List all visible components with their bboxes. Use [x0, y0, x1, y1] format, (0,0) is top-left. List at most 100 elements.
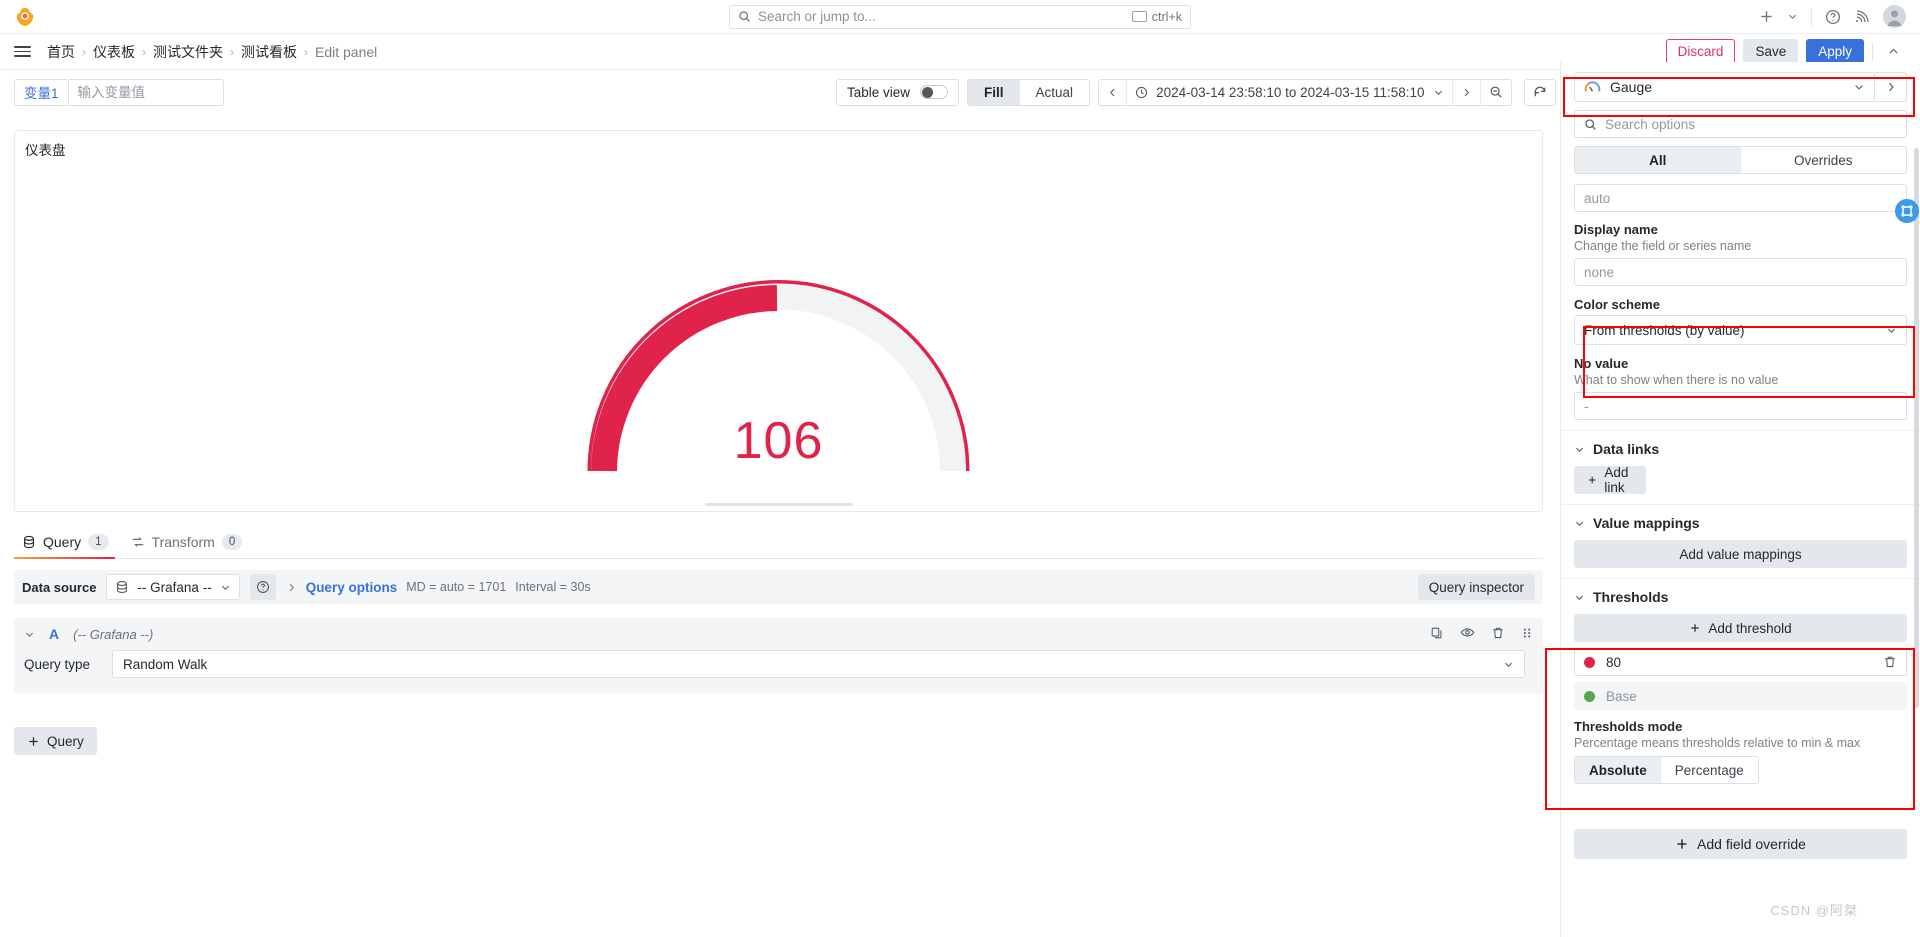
- threshold-color-dot[interactable]: [1584, 656, 1595, 668]
- add-query-button[interactable]: Query: [14, 727, 97, 755]
- tab-all[interactable]: All: [1575, 147, 1741, 173]
- data-links-label: Data links: [1593, 441, 1660, 457]
- search-placeholder: Search or jump to...: [758, 9, 876, 24]
- clock-icon: [1135, 86, 1148, 98]
- chevron-right-icon[interactable]: [286, 582, 297, 593]
- mode-absolute[interactable]: Absolute: [1575, 757, 1661, 783]
- add-threshold-label: Add threshold: [1708, 620, 1792, 636]
- query-type-select[interactable]: Random Walk: [112, 650, 1525, 678]
- save-button[interactable]: Save: [1743, 38, 1799, 65]
- value-mappings-section-header[interactable]: Value mappings: [1574, 515, 1907, 531]
- threshold-row-base[interactable]: Base: [1574, 682, 1907, 710]
- table-view-toggle[interactable]: Table view: [836, 78, 960, 106]
- refresh-button[interactable]: [1525, 80, 1555, 105]
- user-avatar[interactable]: [1883, 5, 1906, 28]
- chevron-down-icon: [1434, 90, 1442, 95]
- apply-button[interactable]: Apply: [1806, 38, 1864, 65]
- threshold-row[interactable]: 80: [1574, 648, 1907, 676]
- add-link-label: Add link: [1604, 465, 1629, 495]
- query-row-header: A (-- Grafana --): [14, 618, 1543, 650]
- hamburger-menu-icon[interactable]: [14, 45, 31, 58]
- thresholds-mode-description: Percentage means thresholds relative to …: [1574, 736, 1861, 750]
- tab-transform[interactable]: Transform 0: [123, 534, 257, 558]
- chevron-up-icon[interactable]: [1881, 45, 1906, 58]
- query-options-link[interactable]: Query options: [306, 580, 398, 595]
- time-shift-back-button[interactable]: [1099, 80, 1126, 105]
- nav-divider: [1811, 7, 1812, 26]
- color-scheme-value: From thresholds (by value): [1584, 322, 1745, 338]
- time-range-picker[interactable]: 2024-03-14 23:58:10 to 2024-03-15 11:58:…: [1126, 79, 1451, 105]
- breadcrumb-item-dashboards[interactable]: 仪表板: [93, 42, 135, 62]
- add-threshold-button[interactable]: Add threshold: [1574, 614, 1907, 642]
- no-value-description: What to show when there is no value: [1574, 373, 1779, 387]
- drag-handle-icon[interactable]: [1521, 626, 1533, 643]
- add-field-override-label: Add field override: [1697, 836, 1806, 852]
- add-new-button[interactable]: [1759, 9, 1774, 24]
- auto-field-input[interactable]: auto: [1574, 184, 1907, 212]
- tab-query[interactable]: Query 1: [14, 534, 123, 559]
- help-icon[interactable]: [1825, 9, 1841, 25]
- help-badge-icon[interactable]: [1894, 198, 1920, 224]
- top-nav-actions: [1759, 5, 1906, 28]
- threshold-value[interactable]: 80: [1606, 655, 1872, 670]
- options-search-input[interactable]: Search options: [1574, 110, 1907, 138]
- data-source-help-button[interactable]: [249, 574, 276, 600]
- toolbar-center-controls: Table view Fill Actual 2024-03-14 23:58:…: [836, 78, 1556, 106]
- discard-button[interactable]: Discard: [1665, 38, 1736, 65]
- chevron-down-icon: [1855, 85, 1863, 90]
- section-divider: [1561, 504, 1920, 505]
- query-inspector-button[interactable]: Query inspector: [1417, 574, 1535, 600]
- time-range-text: 2024-03-14 23:58:10 to 2024-03-15 11:58:…: [1156, 84, 1425, 100]
- visualization-expand-button[interactable]: [1875, 72, 1907, 102]
- add-link-button[interactable]: Add link: [1574, 465, 1646, 495]
- time-shift-forward-button[interactable]: [1451, 79, 1480, 105]
- zoom-out-button[interactable]: [1479, 79, 1511, 105]
- fill-option[interactable]: Fill: [968, 79, 1020, 105]
- threshold-color-dot[interactable]: [1584, 690, 1595, 702]
- table-view-label: Table view: [847, 84, 911, 100]
- variable-value-input[interactable]: [68, 78, 224, 106]
- trash-icon[interactable]: [1491, 626, 1505, 643]
- section-divider: [1561, 430, 1920, 431]
- chevron-down-icon[interactable]: [24, 629, 35, 640]
- chevron-down-icon: [221, 585, 229, 590]
- mode-percentage[interactable]: Percentage: [1660, 757, 1758, 783]
- query-type-row: Query type Random Walk: [14, 650, 1543, 678]
- data-source-picker[interactable]: -- Grafana --: [106, 574, 240, 600]
- table-view-switch[interactable]: [920, 85, 949, 99]
- copy-icon[interactable]: [1430, 626, 1444, 643]
- chevron-down-icon: [1576, 595, 1583, 600]
- actual-option[interactable]: Actual: [1019, 79, 1090, 105]
- breadcrumb-item-home[interactable]: 首页: [47, 42, 75, 62]
- tab-overrides[interactable]: Overrides: [1740, 147, 1906, 173]
- trash-icon[interactable]: [1883, 655, 1897, 669]
- visualization-select[interactable]: Gauge: [1574, 72, 1875, 102]
- no-value-input[interactable]: -: [1574, 392, 1907, 420]
- data-links-section-header[interactable]: Data links: [1574, 441, 1907, 457]
- global-search-input[interactable]: Search or jump to... ctrl+k: [729, 4, 1191, 29]
- gauge-value-text: 106: [733, 412, 824, 470]
- eye-icon[interactable]: [1460, 625, 1475, 643]
- rss-feed-icon[interactable]: [1854, 9, 1870, 25]
- panel-resize-handle[interactable]: [704, 503, 853, 506]
- grafana-logo-icon[interactable]: [14, 6, 36, 28]
- options-scrollbar[interactable]: [1914, 148, 1919, 708]
- breadcrumb-separator: ›: [82, 44, 86, 59]
- thresholds-section-header[interactable]: Thresholds: [1574, 589, 1907, 605]
- add-value-mappings-button[interactable]: Add value mappings: [1574, 540, 1907, 568]
- add-query-label: Query: [47, 733, 84, 749]
- chevron-down-icon[interactable]: [1787, 11, 1798, 22]
- tab-transform-count: 0: [221, 534, 243, 550]
- query-row-a: A (-- Grafana --) Query type Random Walk: [14, 618, 1543, 693]
- color-scheme-select[interactable]: From thresholds (by value): [1574, 315, 1907, 345]
- breadcrumb-item-folder[interactable]: 测试文件夹: [153, 42, 223, 62]
- query-ref-id[interactable]: A: [49, 626, 59, 642]
- plus-icon: [1677, 839, 1687, 849]
- no-value-field: No value What to show when there is no v…: [1574, 356, 1907, 420]
- threshold-value-base: Base: [1606, 688, 1637, 704]
- time-range-controls: 2024-03-14 23:58:10 to 2024-03-15 11:58:…: [1098, 78, 1512, 106]
- search-icon: [1585, 118, 1596, 130]
- add-field-override-button[interactable]: Add field override: [1574, 829, 1907, 859]
- display-name-input[interactable]: none: [1574, 258, 1907, 286]
- breadcrumb-item-dashboard[interactable]: 测试看板: [241, 42, 297, 62]
